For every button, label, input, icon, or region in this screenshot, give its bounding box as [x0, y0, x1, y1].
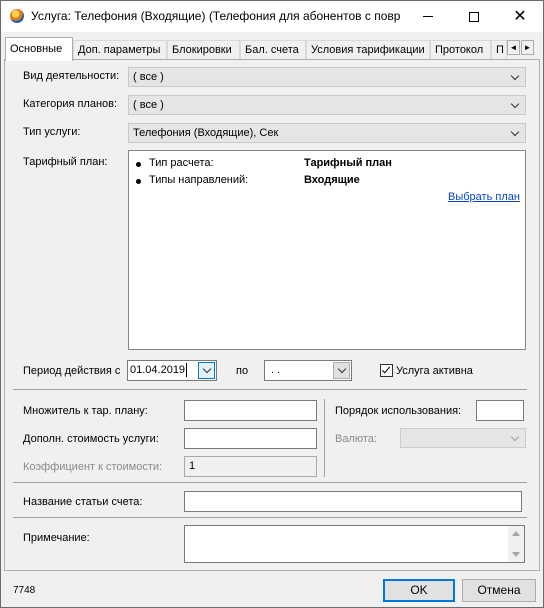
- calc-type-key: Тип расчета:: [149, 157, 214, 169]
- divider: [13, 482, 527, 483]
- extra-cost-label: Дополн. стоимость услуги:: [23, 433, 159, 445]
- tab-scroll-left-button[interactable]: ◄: [507, 40, 520, 55]
- service-dialog: Услуга: Телефония (Входящие) (Телефония …: [0, 0, 544, 608]
- extra-cost-input[interactable]: [184, 428, 317, 449]
- tariff-plan-box: Тип расчета: Тарифный план Типы направле…: [128, 150, 526, 350]
- calc-type-value: Тарифный план: [304, 157, 392, 169]
- tab-blocks[interactable]: Блокировки: [167, 40, 240, 60]
- note-textarea[interactable]: [184, 525, 525, 563]
- column-divider: [324, 399, 325, 477]
- period-label: Период действия с: [23, 365, 121, 377]
- multiplier-label: Множитель к тар. плану:: [23, 405, 148, 417]
- tariff-plan-label: Тарифный план:: [23, 156, 108, 168]
- tab-strip: Основные Доп. параметры Блокировки Бал. …: [1, 37, 543, 61]
- direction-types-value: Входящие: [304, 174, 360, 186]
- divider: [13, 389, 527, 390]
- note-label: Примечание:: [23, 532, 90, 544]
- scroll-down-icon[interactable]: [512, 552, 520, 557]
- calendar-dropdown-button[interactable]: [333, 362, 350, 379]
- chevron-down-icon: [508, 431, 522, 445]
- tab-extra-params[interactable]: Доп. параметры: [73, 40, 167, 60]
- ok-button[interactable]: OK: [383, 579, 455, 602]
- usage-order-label: Порядок использования:: [335, 405, 462, 417]
- tab-scroll-right-button[interactable]: ►: [521, 40, 534, 55]
- plan-category-label: Категория планов:: [23, 98, 118, 110]
- app-icon: [10, 9, 24, 23]
- tab-tariff-conditions[interactable]: Условия тарификации: [306, 40, 430, 60]
- plan-category-value: ( все ): [133, 99, 164, 111]
- direction-types-key: Типы направлений:: [149, 174, 249, 186]
- service-type-value: Телефония (Входящие), Сек: [133, 127, 279, 139]
- chevron-down-icon: [508, 126, 522, 140]
- left-arrow-icon: ◄: [509, 43, 518, 52]
- active-label: Услуга активна: [396, 365, 473, 377]
- multiplier-input[interactable]: [184, 400, 317, 421]
- minimize-button[interactable]: [405, 1, 451, 32]
- cost-coef-value: 1: [189, 460, 196, 472]
- active-checkbox[interactable]: [380, 364, 393, 377]
- chevron-down-icon: [202, 364, 211, 374]
- cost-coef-input: 1: [184, 456, 317, 477]
- text-cursor: [186, 363, 187, 377]
- maximize-icon: [469, 11, 479, 22]
- tab-more[interactable]: П: [491, 40, 507, 60]
- activity-value: ( все ): [133, 71, 164, 83]
- period-from-input[interactable]: 01.04.2019: [127, 360, 217, 381]
- chevron-down-icon: [508, 70, 522, 84]
- right-arrow-icon: ►: [523, 43, 532, 52]
- title-bar: Услуга: Телефония (Входящие) (Телефония …: [1, 1, 543, 32]
- window-title: Услуга: Телефония (Входящие) (Телефония …: [31, 9, 401, 23]
- period-to-input[interactable]: . .: [264, 360, 352, 381]
- usage-order-input[interactable]: [476, 400, 524, 421]
- service-type-select[interactable]: Телефония (Входящие), Сек: [128, 123, 526, 143]
- scroll-up-icon[interactable]: [512, 531, 520, 536]
- cost-coef-label: Коэффициент к стоимости:: [23, 461, 163, 473]
- chevron-down-icon: [337, 364, 346, 374]
- tab-protocol[interactable]: Протокол: [430, 40, 491, 60]
- activity-label: Вид деятельности:: [23, 70, 120, 82]
- currency-label: Валюта:: [335, 433, 377, 445]
- choose-plan-link[interactable]: Выбрать план: [448, 191, 520, 203]
- divider: [13, 517, 527, 518]
- service-type-label: Тип услуги:: [23, 126, 81, 138]
- bullet-icon: [136, 162, 141, 167]
- minimize-icon: [423, 16, 433, 17]
- invoice-item-label: Название статьи счета:: [23, 496, 143, 508]
- period-from-value: 01.04.2019: [130, 364, 186, 376]
- close-button[interactable]: ✕: [497, 1, 543, 32]
- period-to-value: . .: [271, 364, 281, 376]
- record-id: 7748: [13, 585, 36, 596]
- note-scrollbar[interactable]: [508, 526, 524, 562]
- cancel-button[interactable]: Отмена: [462, 579, 536, 602]
- activity-select[interactable]: ( все ): [128, 67, 526, 87]
- tab-main[interactable]: Основные: [5, 37, 73, 61]
- invoice-item-input[interactable]: [184, 491, 522, 512]
- close-icon: ✕: [513, 7, 527, 25]
- calendar-dropdown-button[interactable]: [198, 362, 215, 379]
- bullet-icon: [136, 179, 141, 184]
- period-to-label: по: [236, 365, 249, 377]
- plan-category-select[interactable]: ( все ): [128, 95, 526, 115]
- chevron-down-icon: [508, 98, 522, 112]
- tab-balance[interactable]: Бал. счета: [240, 40, 306, 60]
- checkmark-icon: [381, 364, 391, 374]
- currency-select: [400, 428, 526, 448]
- maximize-button[interactable]: [451, 1, 497, 32]
